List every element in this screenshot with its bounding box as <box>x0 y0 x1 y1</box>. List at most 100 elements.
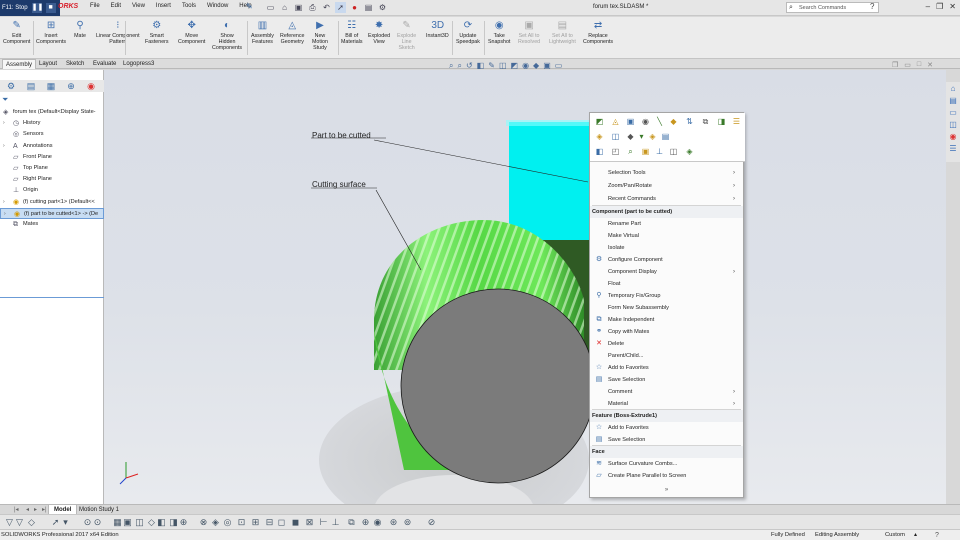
selection-filter-icon[interactable]: ⊥ <box>330 517 341 528</box>
tree-item[interactable]: ▱ Top Plane <box>0 163 104 174</box>
command-button-explode-line[interactable]: ✎ Explode Line Sketch <box>397 20 416 51</box>
help-icon[interactable]: ? <box>935 530 939 540</box>
tab-logopress3[interactable]: Logopress3 <box>120 59 157 69</box>
dimxpert-icon[interactable]: ⊕ <box>64 81 78 92</box>
custom-properties-icon[interactable]: ☰ <box>948 144 958 154</box>
command-button-lightweight[interactable]: ▤ Set All to Lightweight <box>549 20 576 45</box>
zoom-area-icon[interactable]: ⌕ <box>457 61 461 71</box>
menu-item-rename-part[interactable]: Rename Part <box>590 218 743 230</box>
appearance-icon[interactable]: ◉ <box>640 116 651 127</box>
menu-view[interactable]: View <box>132 3 145 9</box>
expand-arrow-icon[interactable]: › <box>3 141 5 152</box>
design-library-icon[interactable]: ▤ <box>948 96 958 106</box>
help-question-icon[interactable]: ? <box>870 2 874 11</box>
mate-icon[interactable]: ▣ <box>625 116 636 127</box>
tab-first-icon[interactable]: |◂ <box>14 506 19 513</box>
minimize-icon[interactable]: – <box>926 2 930 11</box>
sketch-icon[interactable]: ◬ <box>610 116 621 127</box>
section-icon[interactable]: ◧ <box>594 146 605 157</box>
selection-filter-icon[interactable]: ⊠ <box>304 517 315 528</box>
copy-icon[interactable]: ⧉ <box>700 116 711 127</box>
tab-next-icon[interactable]: ▸ <box>34 506 37 513</box>
menu-item-float[interactable]: Float <box>590 278 743 290</box>
menu-item-save-selection[interactable]: ▤ Save Selection <box>590 374 743 386</box>
menu-insert[interactable]: Insert <box>156 3 171 9</box>
selection-filter-icon[interactable]: ⊕ <box>178 517 189 528</box>
selection-filter-icon[interactable]: ◎ <box>222 517 233 528</box>
edit-icon[interactable]: ◫ <box>610 131 621 142</box>
select-icon[interactable]: ➚ <box>335 2 346 13</box>
anchor-icon[interactable]: ⊥ <box>654 146 665 157</box>
menu-item-comment[interactable]: Comment › <box>590 386 743 398</box>
menu-edit[interactable]: Edit <box>111 3 121 9</box>
tree-item[interactable]: ◈ forum tex (Default<Display State- <box>0 107 104 118</box>
tree-item[interactable]: ⧉ Mates <box>0 219 104 230</box>
command-button-speedpak[interactable]: ⟳ Update Speedpak <box>456 20 480 45</box>
line-icon[interactable]: ╲ <box>654 116 665 127</box>
selection-filter-icon[interactable]: ◼ <box>290 517 301 528</box>
menu-tools[interactable]: Tools <box>182 3 196 9</box>
status-units[interactable]: Custom <box>885 530 905 540</box>
menu-item-add-to-favorites[interactable]: ☆ Add to Favorites <box>590 422 743 434</box>
tab-prev-icon[interactable]: ◂ <box>26 506 29 513</box>
command-button-bom[interactable]: ☷ Bill of Materials <box>341 20 363 45</box>
view-icon[interactable]: ▣ <box>640 146 651 157</box>
menu-item-create-plane-parallel-to-screen[interactable]: ▱ Create Plane Parallel to Screen <box>590 470 743 482</box>
menu-item-parent-child[interactable]: Parent/Child... <box>590 350 743 362</box>
tree-item[interactable]: › ◉ (f) cutting part<1> (Default<< <box>0 197 104 208</box>
command-button-smart-fasteners[interactable]: ⚙ Smart Fasteners <box>145 20 169 45</box>
graphics-viewport[interactable]: Part to be cutted Cutting surface ➤ <box>104 70 946 504</box>
tab-evaluate[interactable]: Evaluate <box>90 59 119 69</box>
viewport-restore-icon[interactable]: ❐ <box>892 61 898 69</box>
tab-layout[interactable]: Layout <box>36 59 60 69</box>
tree-item[interactable]: ▱ Front Plane <box>0 152 104 163</box>
previous-view-icon[interactable]: ↺ <box>466 61 473 71</box>
command-button-exploded-view[interactable]: ✸ Exploded View <box>368 20 390 45</box>
selection-filter-icon[interactable]: ⊟ <box>264 517 275 528</box>
command-button-motion-study[interactable]: ▶ New Motion Study <box>312 20 328 51</box>
menu-item-temporary-fix-group[interactable]: ⚲ Temporary Fix/Group <box>590 290 743 302</box>
print-icon[interactable]: ⎙ <box>307 2 318 13</box>
edit-appearance-icon[interactable]: ◆ <box>533 61 539 71</box>
view-palette-icon[interactable]: ◫ <box>948 120 958 130</box>
tree-item[interactable]: › A Annotations <box>0 141 104 152</box>
selection-filter-icon[interactable]: ◉ <box>372 517 383 528</box>
command-button-resolved[interactable]: ▣ Set All to Resolved <box>518 20 540 45</box>
display-manager-icon[interactable]: ◉ <box>84 81 98 92</box>
flip-icon[interactable]: ⇅ <box>684 116 695 127</box>
recording-stop-bar[interactable]: F11: Stop ❚❚ ■ <box>0 0 60 16</box>
tree-item[interactable]: ◎ Sensors <box>0 129 104 140</box>
command-button-show-hidden[interactable]: ◐ Show Hidden Components <box>212 20 242 51</box>
new-document-icon[interactable]: ▭ <box>265 2 276 13</box>
menu-item-component-display[interactable]: Component Display › <box>590 266 743 278</box>
solidworks-resources-icon[interactable]: ⌂ <box>948 84 958 94</box>
apply-scene-icon[interactable]: ▣ <box>543 61 551 71</box>
selection-filter-icon[interactable]: ⊛ <box>388 517 399 528</box>
selection-filter-icon[interactable]: ⊞ <box>250 517 261 528</box>
command-button-assembly-features[interactable]: ▥ Assembly Features <box>251 20 274 45</box>
options-icon[interactable]: ⚙ <box>377 2 388 13</box>
expand-arrow-icon[interactable]: › <box>3 197 5 208</box>
view-orientation-icon[interactable]: ◫ <box>499 61 507 71</box>
viewport-tile-icon[interactable]: ▭ <box>904 61 911 69</box>
menu-item-selection-tools[interactable]: Selection Tools › <box>590 167 743 179</box>
tree-item[interactable]: › ◷ History <box>0 118 104 129</box>
tree-item[interactable]: › ◉ (f) part to be cutted<1> -> (De <box>0 207 104 219</box>
selection-filter-icon[interactable]: ◈ <box>210 517 221 528</box>
filter-icon[interactable]: ⏷ <box>2 95 8 105</box>
tree-item[interactable]: ⊥ Origin <box>0 185 104 196</box>
color-icon[interactable]: ◆ <box>625 131 636 142</box>
selection-filter-icon[interactable]: ⊙ <box>92 517 103 528</box>
tab-assembly[interactable]: Assembly <box>2 59 37 69</box>
properties-icon[interactable]: ◨ <box>716 116 727 127</box>
selection-filter-icon[interactable]: ⊘ <box>426 517 437 528</box>
selection-filter-icon[interactable]: ⧉ <box>346 517 357 528</box>
list-icon[interactable]: ☰ <box>731 116 742 127</box>
component-icon[interactable]: ◈ <box>594 131 605 142</box>
command-button-mate[interactable]: ⚲ Mate <box>74 20 86 39</box>
command-button-move-component[interactable]: ✥ Move Component <box>178 20 205 45</box>
feature-tree-icon[interactable]: ⚙ <box>4 81 18 92</box>
command-button-replace-components[interactable]: ⇄ Replace Components <box>583 20 613 45</box>
command-button-insert-components[interactable]: ⊞ Insert Components <box>36 20 66 45</box>
assembly-part-icon[interactable]: ◈ <box>684 146 695 157</box>
